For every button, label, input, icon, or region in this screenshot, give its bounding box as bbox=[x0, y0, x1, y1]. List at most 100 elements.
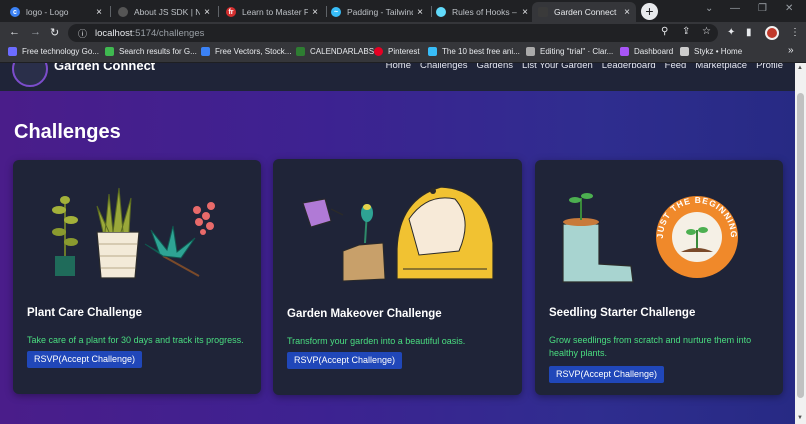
page-viewport: Garden Connect Home Challenges Gardens L… bbox=[0, 63, 795, 424]
nav-links: Home Challenges Gardens List Your Garden… bbox=[386, 63, 783, 71]
challenge-description: Transform your garden into a beautiful o… bbox=[287, 336, 466, 346]
scroll-down-arrow-icon[interactable]: ▼ bbox=[797, 415, 803, 421]
forward-icon[interactable]: → bbox=[30, 26, 41, 38]
tab-title: Learn to Master Fr bbox=[242, 7, 309, 17]
nav-link-list-your-garden[interactable]: List Your Garden bbox=[522, 63, 593, 71]
brand-name[interactable]: Garden Connect bbox=[54, 63, 155, 73]
browser-tab-active[interactable]: Garden Connect × bbox=[532, 2, 636, 22]
challenge-title: Seedling Starter Challenge bbox=[549, 307, 696, 319]
challenge-title: Plant Care Challenge bbox=[27, 307, 143, 319]
close-window-icon[interactable]: ✕ bbox=[785, 3, 793, 14]
tab-divider bbox=[218, 6, 219, 17]
challenge-card: Garden Makeover Challenge Transform your… bbox=[273, 159, 522, 395]
bookmark-item[interactable]: Pinterest bbox=[374, 47, 420, 56]
tab-title: Garden Connect bbox=[554, 7, 617, 17]
bookmark-item[interactable]: Free technology Go... bbox=[8, 47, 99, 56]
close-tab-icon[interactable]: × bbox=[96, 7, 102, 18]
bookmark-item[interactable]: Search results for G... bbox=[105, 47, 197, 56]
tab-divider bbox=[110, 6, 111, 17]
bookmark-favicon-icon bbox=[8, 47, 17, 56]
extensions-icon[interactable]: ✦ bbox=[727, 27, 735, 38]
rsvp-accept-challenge-button[interactable]: RSVP(Accept Challenge) bbox=[287, 352, 403, 369]
tab-title: Padding - Tailwind bbox=[347, 7, 414, 17]
bookmark-favicon-icon bbox=[105, 47, 114, 56]
nav-link-profile[interactable]: Profile bbox=[756, 63, 783, 71]
url-host: localhost bbox=[95, 27, 133, 39]
scrollbar-thumb[interactable] bbox=[797, 93, 804, 398]
bookmark-favicon-icon bbox=[526, 47, 535, 56]
bookmark-star-icon[interactable]: ☆ bbox=[702, 26, 711, 37]
scroll-up-arrow-icon[interactable]: ▲ bbox=[797, 65, 803, 71]
close-tab-icon[interactable]: × bbox=[312, 7, 318, 18]
tab-title: Rules of Hooks – R bbox=[452, 7, 519, 17]
challenge-description: Take care of a plant for 30 days and tra… bbox=[27, 335, 244, 345]
bookmark-label: Free technology Go... bbox=[22, 47, 99, 56]
bookmark-favicon-icon bbox=[296, 47, 305, 56]
close-tab-icon[interactable]: × bbox=[522, 7, 528, 18]
close-tab-icon[interactable]: × bbox=[417, 7, 423, 18]
nav-link-marketplace[interactable]: Marketplace bbox=[695, 63, 747, 71]
bookmark-favicon-icon bbox=[680, 47, 689, 56]
seedling-boot-illustration: JUST THE BEGINNING bbox=[562, 193, 738, 283]
bookmark-label: Dashboard bbox=[634, 47, 674, 56]
overflow-chevron-icon: » bbox=[788, 45, 794, 56]
tab-favicon-icon bbox=[118, 7, 128, 17]
page-title: Challenges bbox=[14, 121, 121, 143]
tab-search-icon[interactable]: ⌄ bbox=[705, 3, 713, 14]
close-tab-icon[interactable]: × bbox=[624, 7, 630, 18]
browser-tab[interactable]: Rules of Hooks – R × bbox=[430, 2, 534, 22]
browser-tab[interactable]: ~ Padding - Tailwind × bbox=[325, 2, 429, 22]
close-tab-icon[interactable]: × bbox=[204, 7, 210, 18]
reload-icon[interactable]: ↻ bbox=[50, 26, 59, 39]
challenge-card: JUST THE BEGINNING Seedling Starter Chal… bbox=[535, 160, 783, 395]
site-info-icon[interactable]: ⓘ bbox=[78, 27, 87, 40]
browser-toolbar: ← → ↻ ⓘ localhost:5174/challenges ⚲ ⇪ ☆ … bbox=[0, 22, 806, 44]
bookmark-item[interactable]: Free Vectors, Stock... bbox=[201, 47, 291, 56]
back-icon[interactable]: ← bbox=[9, 26, 20, 38]
menu-kebab-icon[interactable]: ⋮ bbox=[790, 27, 800, 38]
new-tab-button[interactable]: + bbox=[641, 3, 658, 20]
bookmark-item[interactable]: Stykz • Home bbox=[680, 47, 742, 56]
tab-title: logo - Logo bbox=[26, 7, 69, 17]
bookmark-favicon-icon bbox=[374, 47, 383, 56]
bookmark-label: The 10 best free ani... bbox=[442, 47, 520, 56]
tab-favicon-icon bbox=[436, 7, 446, 17]
challenge-card: Plant Care Challenge Take care of a plan… bbox=[13, 160, 261, 394]
page-scrollbar[interactable]: ▲ ▼ bbox=[795, 63, 806, 424]
browser-tab[interactable]: c logo - Logo × bbox=[4, 2, 108, 22]
app-navbar: Garden Connect Home Challenges Gardens L… bbox=[0, 63, 795, 91]
bookmark-label: Stykz • Home bbox=[694, 47, 743, 56]
garden-connect-logo[interactable] bbox=[12, 63, 48, 87]
tab-title: About JS SDK | NEAR bbox=[134, 7, 201, 17]
bookmark-item[interactable]: The 10 best free ani... bbox=[428, 47, 520, 56]
restore-icon[interactable]: ❐ bbox=[758, 3, 767, 14]
nav-link-challenges[interactable]: Challenges bbox=[420, 63, 468, 71]
nav-link-gardens[interactable]: Gardens bbox=[477, 63, 513, 71]
bookmark-item[interactable]: CALENDARLABS bbox=[296, 47, 374, 56]
bookmark-item[interactable]: Editing "trial" · Clar... bbox=[526, 47, 613, 56]
browser-tab[interactable]: fr Learn to Master Fr × bbox=[220, 2, 324, 22]
browser-tab[interactable]: About JS SDK | NEAR × bbox=[112, 2, 216, 22]
nav-link-feed[interactable]: Feed bbox=[665, 63, 687, 71]
bookmark-label: Editing "trial" · Clar... bbox=[540, 47, 614, 56]
nav-link-home[interactable]: Home bbox=[386, 63, 411, 71]
url-path: :5174/challenges bbox=[132, 27, 205, 39]
rsvp-accept-challenge-button[interactable]: RSVP(Accept Challenge) bbox=[549, 366, 665, 383]
bookmark-favicon-icon bbox=[428, 47, 437, 56]
rsvp-accept-challenge-button[interactable]: RSVP(Accept Challenge) bbox=[27, 351, 143, 368]
bookmark-item[interactable]: Dashboard bbox=[620, 47, 673, 56]
bookmarks-overflow-button[interactable]: » bbox=[788, 45, 794, 56]
bookmark-label: Pinterest bbox=[388, 47, 420, 56]
challenge-description: Grow seedlings from scratch and nurture … bbox=[549, 335, 752, 358]
bookmark-label: CALENDARLABS bbox=[310, 47, 375, 56]
minimize-icon[interactable]: — bbox=[730, 3, 740, 14]
browser-tab-strip: c logo - Logo × About JS SDK | NEAR × fr… bbox=[0, 0, 806, 22]
side-panel-icon[interactable]: ▮ bbox=[746, 27, 752, 38]
nav-link-leaderboard[interactable]: Leaderboard bbox=[602, 63, 656, 71]
potted-plants-illustration bbox=[52, 187, 215, 279]
address-bar[interactable]: ⓘ localhost:5174/challenges bbox=[68, 24, 718, 42]
tab-favicon-icon: fr bbox=[226, 7, 236, 17]
profile-avatar[interactable] bbox=[765, 26, 779, 40]
zoom-search-icon[interactable]: ⚲ bbox=[661, 26, 668, 37]
share-icon[interactable]: ⇪ bbox=[682, 26, 690, 37]
